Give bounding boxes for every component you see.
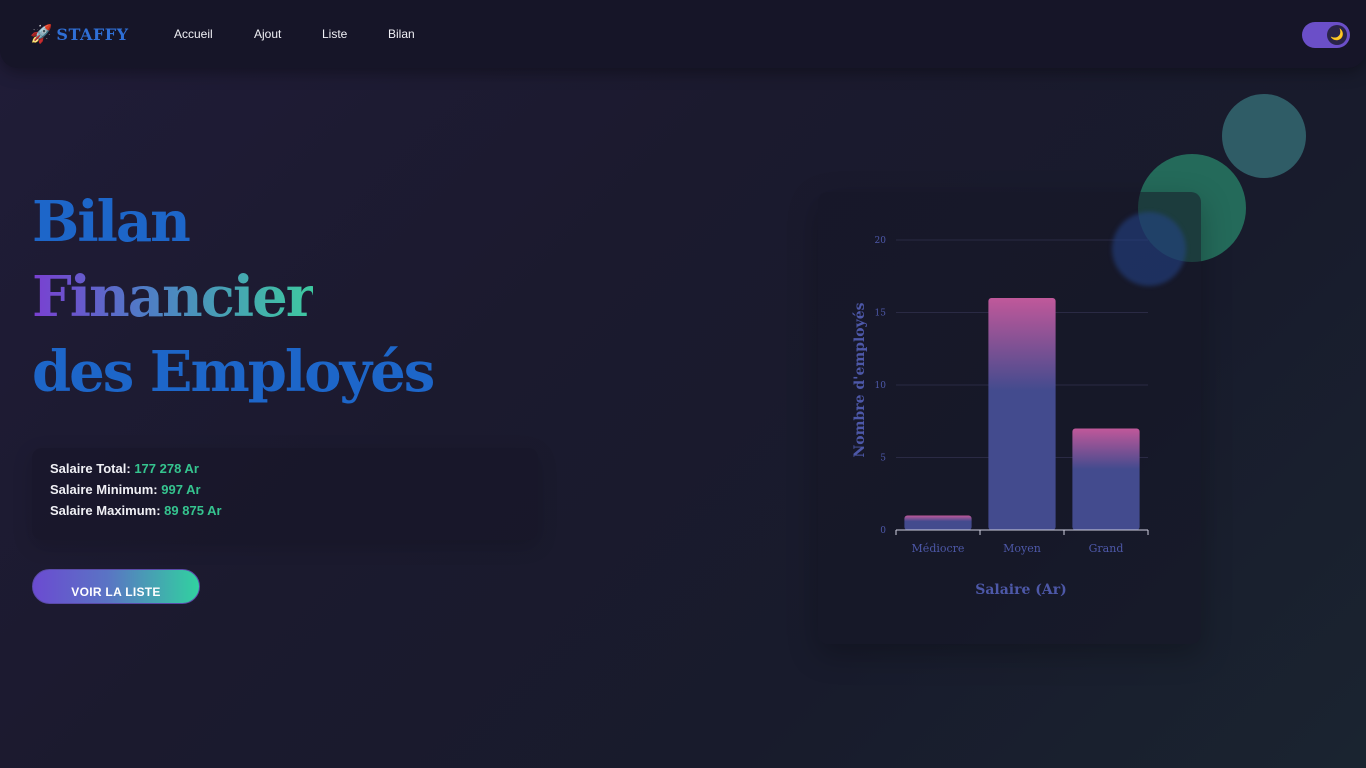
page-title-line2: Financier xyxy=(32,264,315,330)
chart-bar-1 xyxy=(904,515,972,530)
chart-ylabel: Nombre d'employés xyxy=(852,302,868,457)
salary-stats-card: Salaire Total: 177 278 Ar Salaire Minimu… xyxy=(32,448,538,540)
moon-icon: 🌙 xyxy=(1327,25,1347,45)
stat-min-value: 997 Ar xyxy=(161,482,201,497)
rocket-icon: 🚀 xyxy=(30,24,53,44)
stat-min: Salaire Minimum: 997 Ar xyxy=(50,482,201,497)
stat-min-label: Salaire Minimum: xyxy=(50,482,158,497)
stat-total: Salaire Total: 177 278 Ar xyxy=(50,461,199,476)
nav-link-liste[interactable]: Liste xyxy=(322,27,347,41)
chart-bar-3 xyxy=(1072,428,1140,530)
page-title-line3: des Employés xyxy=(32,339,435,405)
navbar: 🚀 STAFFY Accueil Ajout Liste Bilan 🌙 xyxy=(0,0,1366,68)
stat-max-value: 89 875 Ar xyxy=(164,503,222,518)
theme-toggle[interactable]: 🌙 xyxy=(1302,22,1350,48)
chart-ytick-label: 5 xyxy=(880,454,886,464)
stat-total-label: Salaire Total: xyxy=(50,461,131,476)
chart-xlabel: Salaire (Ar) xyxy=(975,582,1067,598)
chart-ytick-label: 20 xyxy=(875,236,887,246)
nav-link-ajout[interactable]: Ajout xyxy=(254,27,281,41)
decorative-circle-teal xyxy=(1222,94,1306,178)
view-list-button[interactable]: VOIR LA LISTE xyxy=(32,569,200,604)
stat-total-value: 177 278 Ar xyxy=(134,461,199,476)
nav-link-accueil[interactable]: Accueil xyxy=(174,27,213,41)
stat-max-label: Salaire Maximum: xyxy=(50,503,161,518)
chart-xtick-label: Moyen xyxy=(1003,542,1041,555)
stat-max: Salaire Maximum: 89 875 Ar xyxy=(50,503,222,518)
chart-xtick-label: Grand xyxy=(1089,542,1124,555)
nav-link-bilan[interactable]: Bilan xyxy=(388,27,415,41)
page-title-line1: Bilan xyxy=(32,189,191,255)
chart-xtick-label: Médiocre xyxy=(912,542,965,555)
decorative-circle-blue xyxy=(1112,212,1186,286)
logo[interactable]: 🚀 STAFFY xyxy=(30,23,129,45)
chart-bar-2 xyxy=(988,298,1056,530)
chart-ytick-label: 15 xyxy=(875,309,887,319)
chart-ytick-label: 0 xyxy=(880,526,886,536)
chart-ytick-label: 10 xyxy=(875,381,887,391)
logo-text: STAFFY xyxy=(56,24,129,44)
